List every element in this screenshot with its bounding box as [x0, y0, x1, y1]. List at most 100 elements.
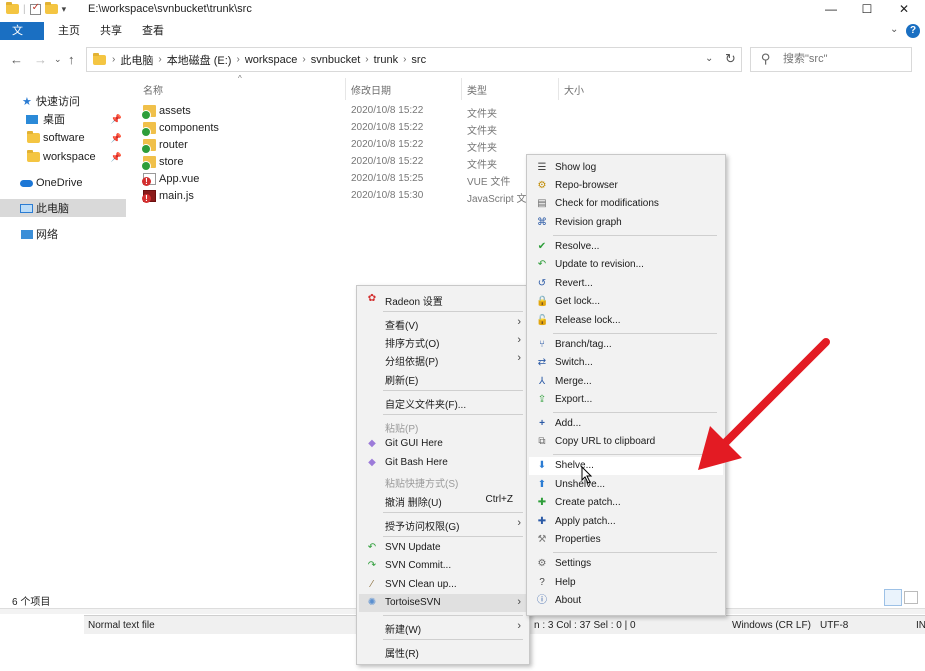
minimize-button[interactable]: —	[812, 0, 850, 18]
sidebar-item-this-pc[interactable]: 此电脑	[0, 199, 126, 217]
git-bash-icon: ◆	[368, 457, 376, 468]
file-row[interactable]: main.js 2020/10/8 15:30 JavaScript 文	[140, 188, 530, 205]
breadcrumb-drive-e[interactable]: 本地磁盘 (E:)	[162, 52, 237, 68]
menu-item-new[interactable]: 新建(W) ›	[359, 618, 527, 636]
menu-item-check-modifications[interactable]: ▤ Check for modifications	[529, 195, 723, 213]
sidebar-item-network[interactable]: 网络	[0, 225, 126, 243]
file-row[interactable]: store 2020/10/8 15:22 文件夹	[140, 154, 530, 171]
tab-view[interactable]: 查看	[130, 22, 176, 40]
menu-item-tortoisesvn[interactable]: ✺ TortoiseSVN ›	[359, 594, 527, 612]
column-divider[interactable]	[558, 78, 559, 100]
file-row[interactable]: App.vue 2020/10/8 15:25 VUE 文件	[140, 171, 530, 188]
recent-locations-icon[interactable]: ⌄	[54, 54, 62, 65]
column-header-date[interactable]: 修改日期	[351, 82, 391, 97]
column-header-name[interactable]: 名称	[143, 82, 163, 97]
search-box[interactable]: ⚲	[750, 47, 912, 72]
tab-share[interactable]: 共享	[88, 22, 134, 40]
help-icon[interactable]: ?	[906, 24, 920, 38]
menu-item-group-by[interactable]: 分组依据(P) ›	[359, 350, 527, 368]
sidebar-item-quick-access[interactable]: ★ 快速访问	[0, 92, 126, 110]
details-view-icon[interactable]	[884, 589, 902, 606]
breadcrumb-this-pc[interactable]: 此电脑	[115, 52, 158, 68]
column-divider[interactable]	[461, 78, 462, 100]
menu-item-customize-folder[interactable]: 自定义文件夹(F)...	[359, 393, 527, 411]
shelve-icon: ⬇	[537, 460, 547, 471]
menu-item-update-to-revision[interactable]: ↶ Update to revision...	[529, 256, 723, 274]
refresh-icon[interactable]: ↻	[725, 51, 736, 67]
menu-item-apply-patch[interactable]: ✚ Apply patch...	[529, 513, 723, 531]
menu-item-label: Properties	[555, 534, 601, 545]
address-bar[interactable]: › 此电脑 › 本地磁盘 (E:) › workspace › svnbucke…	[86, 47, 742, 72]
menu-item-svn-update[interactable]: ↶ SVN Update	[359, 539, 527, 557]
menu-item-label: 刷新(E)	[385, 376, 419, 387]
menu-item-settings[interactable]: ⚙ Settings	[529, 555, 723, 573]
customize-toolbar-icon[interactable]: ▾	[62, 4, 67, 15]
svn-folder-normal-icon	[142, 122, 156, 136]
menu-item-radeon-settings[interactable]: ✿ Radeon 设置	[359, 290, 527, 308]
menu-item-show-log[interactable]: ☰ Show log	[529, 159, 723, 177]
menu-item-properties[interactable]: 属性(R)	[359, 642, 527, 660]
sidebar-item-desktop[interactable]: 桌面 📌	[0, 110, 126, 128]
menu-separator	[383, 639, 523, 640]
file-name: assets	[159, 105, 191, 117]
column-header-type[interactable]: 类型	[467, 82, 487, 97]
menu-item-label: 撤消 删除(U)	[385, 498, 442, 509]
maximize-button[interactable]: ☐	[848, 0, 886, 18]
up-arrow-icon[interactable]: ↑	[68, 52, 75, 67]
tab-home[interactable]: 主页	[46, 22, 92, 40]
file-row[interactable]: router 2020/10/8 15:22 文件夹	[140, 137, 530, 154]
menu-item-revision-graph[interactable]: ⌘ Revision graph	[529, 214, 723, 232]
menu-item-undo-delete[interactable]: 撤消 删除(U) Ctrl+Z	[359, 491, 527, 509]
menu-item-help[interactable]: ? Help	[529, 574, 723, 592]
breadcrumb-svnbucket[interactable]: svnbucket	[306, 54, 366, 66]
menu-item-get-lock[interactable]: 🔒 Get lock...	[529, 293, 723, 311]
menu-item-git-bash[interactable]: ◆ Git Bash Here	[359, 454, 527, 472]
file-date: 2020/10/8 15:30	[351, 190, 424, 201]
menu-item-properties[interactable]: ⚒ Properties	[529, 531, 723, 549]
breadcrumb-workspace[interactable]: workspace	[240, 54, 303, 66]
folder-icon[interactable]	[6, 2, 19, 14]
menu-item-paste-shortcut[interactable]: 粘贴快捷方式(S)	[359, 472, 527, 490]
forward-arrow-icon[interactable]: →	[34, 52, 47, 67]
menu-item-repo-browser[interactable]: ⚙ Repo-browser	[529, 177, 723, 195]
menu-item-give-access[interactable]: 授予访问权限(G) ›	[359, 515, 527, 533]
sidebar-item-onedrive[interactable]: OneDrive	[0, 174, 126, 192]
menu-item-create-patch[interactable]: ✚ Create patch...	[529, 494, 723, 512]
back-arrow-icon[interactable]: ←	[10, 52, 23, 67]
encoding: UTF-8	[820, 620, 849, 631]
file-type: 文件夹	[467, 109, 497, 120]
menu-item-label: Create patch...	[555, 497, 621, 508]
menu-item-svn-commit[interactable]: ↷ SVN Commit...	[359, 557, 527, 575]
breadcrumb-trunk[interactable]: trunk	[369, 54, 403, 66]
menu-item-sort-by[interactable]: 排序方式(O) ›	[359, 332, 527, 350]
menu-item-refresh[interactable]: 刷新(E)	[359, 369, 527, 387]
file-type: VUE 文件	[467, 177, 511, 188]
large-icons-view-icon[interactable]	[904, 591, 918, 604]
menu-item-release-lock[interactable]: 🔓 Release lock...	[529, 312, 723, 330]
column-header-size[interactable]: 大小	[564, 82, 584, 97]
ribbon-expand-icon[interactable]: ⌄	[890, 24, 898, 35]
sidebar-item-workspace[interactable]: workspace 📌	[0, 148, 126, 166]
menu-item-paste[interactable]: 粘贴(P)	[359, 417, 527, 435]
menu-item-view[interactable]: 查看(V) ›	[359, 314, 527, 332]
menu-item-unshelve[interactable]: ⬆ Unshelve...	[529, 476, 723, 494]
submenu-arrow-icon: ›	[517, 596, 521, 608]
file-row[interactable]: assets 2020/10/8 15:22 文件夹	[140, 103, 530, 120]
menu-item-about[interactable]: ⓘ About	[529, 592, 723, 610]
menu-item-git-gui[interactable]: ◆ Git GUI Here	[359, 435, 527, 453]
svn-folder-normal-icon	[142, 139, 156, 153]
menu-item-svn-cleanup[interactable]: ⁄ SVN Clean up...	[359, 576, 527, 594]
address-dropdown-icon[interactable]: ⌄	[705, 53, 713, 64]
tab-file[interactable]: 文件	[0, 22, 44, 55]
new-folder-icon[interactable]	[44, 2, 58, 14]
breadcrumb-src[interactable]: src	[406, 54, 431, 66]
properties-icon[interactable]	[29, 2, 41, 15]
menu-item-revert[interactable]: ↺ Revert...	[529, 275, 723, 293]
menu-item-label: 授予访问权限(G)	[385, 522, 460, 533]
menu-item-resolve[interactable]: ✔ Resolve...	[529, 238, 723, 256]
sidebar-item-software[interactable]: software 📌	[0, 129, 126, 147]
close-button[interactable]: ✕	[885, 0, 923, 18]
column-divider[interactable]	[345, 78, 346, 100]
search-input[interactable]	[781, 52, 901, 66]
file-row[interactable]: components 2020/10/8 15:22 文件夹	[140, 120, 530, 137]
